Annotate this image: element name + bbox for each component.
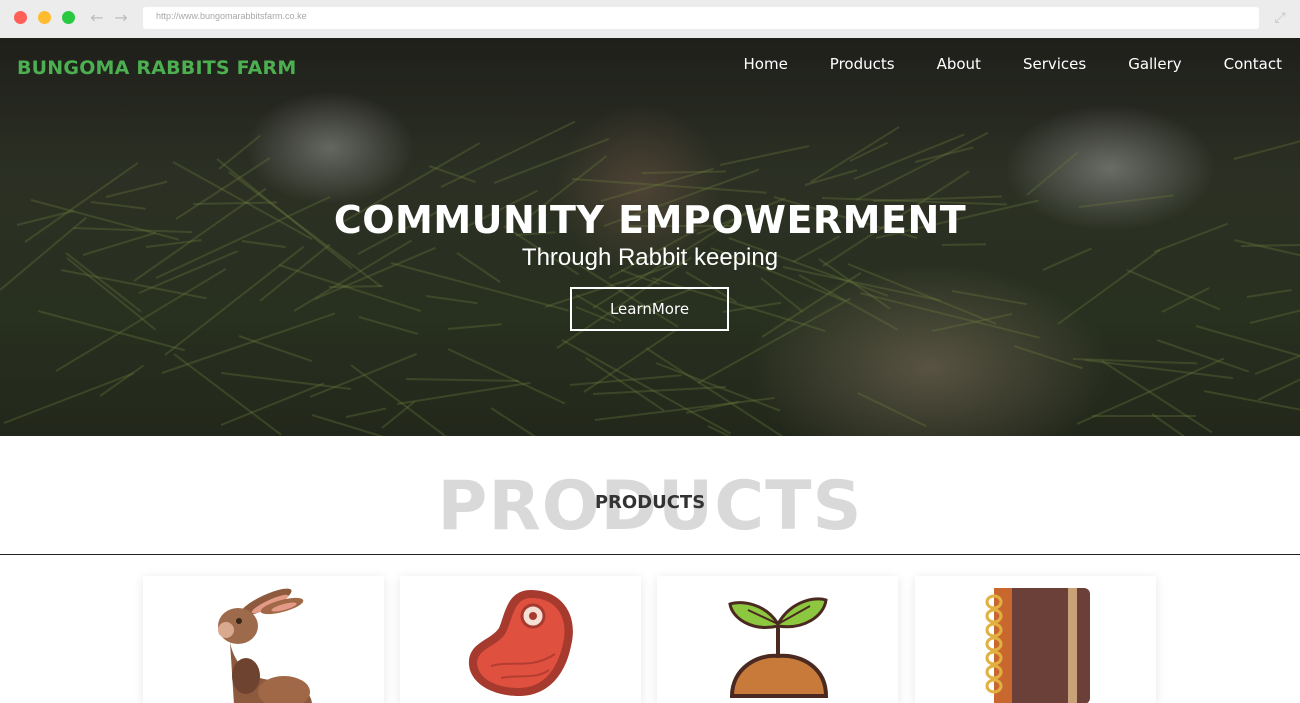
main-nav: Home Products About Services Gallery Con… [702,55,1283,73]
product-card-meat[interactable] [400,576,641,703]
hero-subtitle: Through Rabbit keeping [521,244,779,271]
sprout-icon [727,597,828,698]
address-bar-url: http://www.bungomarabbitsfarm.co.ke [156,11,307,21]
meat-icon [468,590,573,696]
product-card-manure[interactable] [657,576,898,703]
nav-products[interactable]: Products [830,55,895,73]
back-arrow-icon[interactable]: ← [88,8,106,28]
nav-gallery[interactable]: Gallery [1128,55,1181,73]
nav-about[interactable]: About [937,55,981,73]
close-window-button[interactable] [14,11,27,24]
products-heading: PRODUCTS [594,492,706,513]
hero-banner: BUNGOMA RABBITS FARM Home Products About… [0,38,1300,436]
forward-arrow-icon[interactable]: → [112,8,130,28]
nav-home[interactable]: Home [744,55,788,73]
address-bar[interactable]: http://www.bungomarabbitsfarm.co.ke [143,7,1259,29]
hero-title: COMMUNITY EMPOWERMENT [333,198,967,242]
maximize-window-button[interactable] [62,11,75,24]
minimize-window-button[interactable] [38,11,51,24]
expand-icon[interactable]: ⤢ [1272,9,1288,27]
nav-contact[interactable]: Contact [1224,55,1282,73]
learn-more-button[interactable]: LearnMore [570,287,729,331]
browser-toolbar: ← → http://www.bungomarabbitsfarm.co.ke … [0,0,1300,38]
product-card-notebook[interactable] [915,576,1156,703]
notebook-icon [985,588,1090,703]
section-divider [0,554,1300,555]
nav-services[interactable]: Services [1023,55,1086,73]
product-card-rabbit[interactable] [143,576,384,703]
site-logo[interactable]: BUNGOMA RABBITS FARM [17,57,296,79]
rabbit-icon [217,588,312,703]
